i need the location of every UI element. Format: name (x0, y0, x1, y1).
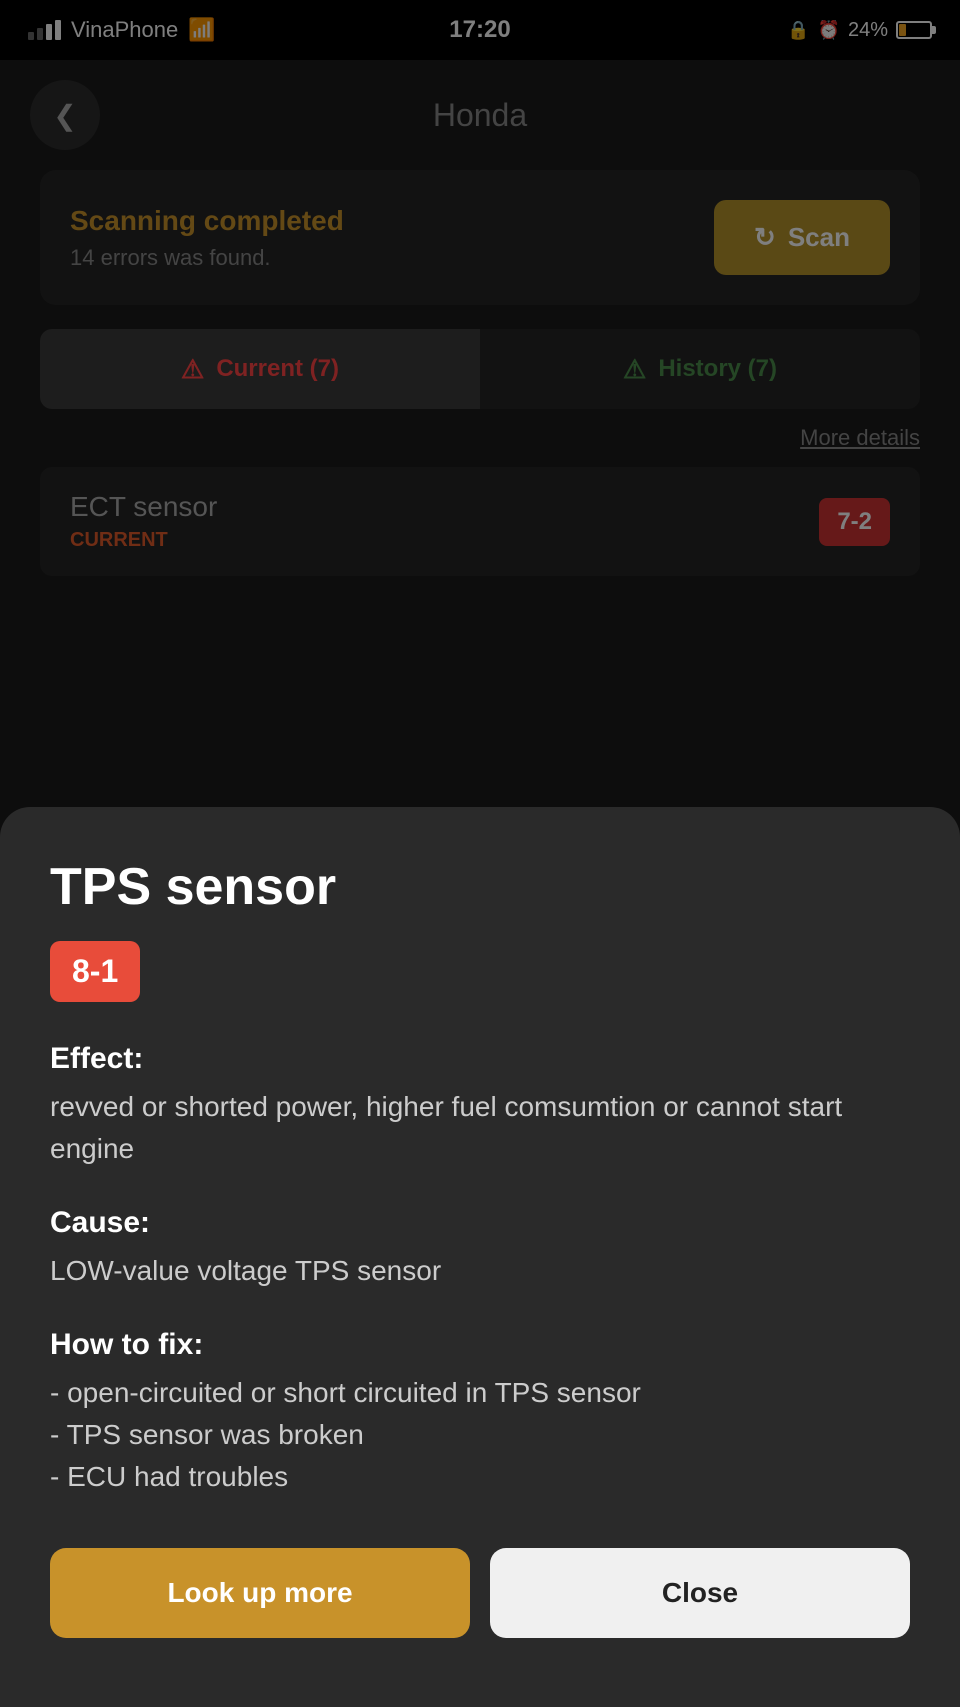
signal-bars (28, 20, 61, 40)
header: ❮ Honda (0, 60, 960, 170)
signal-bar-4 (55, 20, 61, 40)
modal-error-badge: 8-1 (50, 941, 140, 1002)
modal-cause-section: Cause: LOW-value voltage TPS sensor (50, 1206, 910, 1292)
tab-current-label: Current (7) (216, 355, 339, 383)
scan-card: Scanning completed 14 errors was found. … (40, 170, 920, 305)
tab-current[interactable]: ⚠ Current (7) (40, 329, 480, 409)
sensor-code-badge: 7-2 (819, 498, 890, 546)
scan-button-label: Scan (788, 222, 850, 253)
bottom-sheet-modal: TPS sensor 8-1 Effect: revved or shorted… (0, 807, 960, 1707)
carrier-name: VinaPhone (71, 17, 178, 43)
modal-effect-title: Effect: (50, 1042, 910, 1076)
back-arrow-icon: ❮ (53, 99, 76, 132)
look-up-more-button[interactable]: Look up more (50, 1548, 470, 1638)
modal-howtofix-text: - open-circuited or short circuited in T… (50, 1372, 910, 1498)
status-bar: VinaPhone 📶 17:20 🔒 ⏰ 24% (0, 0, 960, 60)
sensor-badge: CURRENT (70, 529, 217, 552)
ect-sensor-row[interactable]: ECT sensor CURRENT 7-2 (40, 467, 920, 576)
modal-title: TPS sensor (50, 857, 910, 917)
scan-button[interactable]: ↻ Scan (714, 200, 890, 275)
alarm-icon: ⏰ (818, 20, 840, 41)
signal-bar-3 (46, 24, 52, 40)
refresh-icon: ↻ (754, 222, 776, 253)
modal-cause-text: LOW-value voltage TPS sensor (50, 1250, 910, 1292)
scan-errors-text: 14 errors was found. (70, 245, 344, 271)
tab-history-label: History (7) (658, 355, 777, 383)
sensor-info: ECT sensor CURRENT (70, 491, 217, 552)
status-left: VinaPhone 📶 (28, 17, 216, 43)
sensor-name: ECT sensor (70, 491, 217, 523)
modal-effect-text: revved or shorted power, higher fuel com… (50, 1086, 910, 1170)
scan-info: Scanning completed 14 errors was found. (70, 205, 344, 271)
close-button[interactable]: Close (490, 1548, 910, 1638)
more-details-link[interactable]: More details (800, 425, 920, 450)
modal-howtofix-title: How to fix: (50, 1328, 910, 1362)
modal-buttons: Look up more Close (50, 1548, 910, 1638)
status-right: 🔒 ⏰ 24% (787, 19, 932, 42)
wifi-icon: 📶 (188, 17, 215, 43)
header-title: Honda (433, 97, 527, 134)
modal-effect-section: Effect: revved or shorted power, higher … (50, 1042, 910, 1170)
tab-bar: ⚠ Current (7) ⚠ History (7) (40, 329, 920, 409)
back-button[interactable]: ❮ (30, 80, 100, 150)
status-time: 17:20 (449, 16, 510, 44)
modal-cause-title: Cause: (50, 1206, 910, 1240)
more-details-row: More details (0, 409, 960, 467)
tab-history[interactable]: ⚠ History (7) (480, 329, 920, 409)
lock-icon: 🔒 (787, 20, 809, 41)
signal-bar-1 (28, 32, 34, 40)
warning-icon-history: ⚠ (623, 354, 646, 385)
battery-fill (899, 24, 906, 36)
modal-howtofix-section: How to fix: - open-circuited or short ci… (50, 1328, 910, 1498)
signal-bar-2 (37, 28, 43, 40)
battery-percent: 24% (848, 19, 888, 42)
scan-status-text: Scanning completed (70, 205, 344, 237)
battery-icon (896, 21, 932, 39)
warning-icon-current: ⚠ (181, 354, 204, 385)
